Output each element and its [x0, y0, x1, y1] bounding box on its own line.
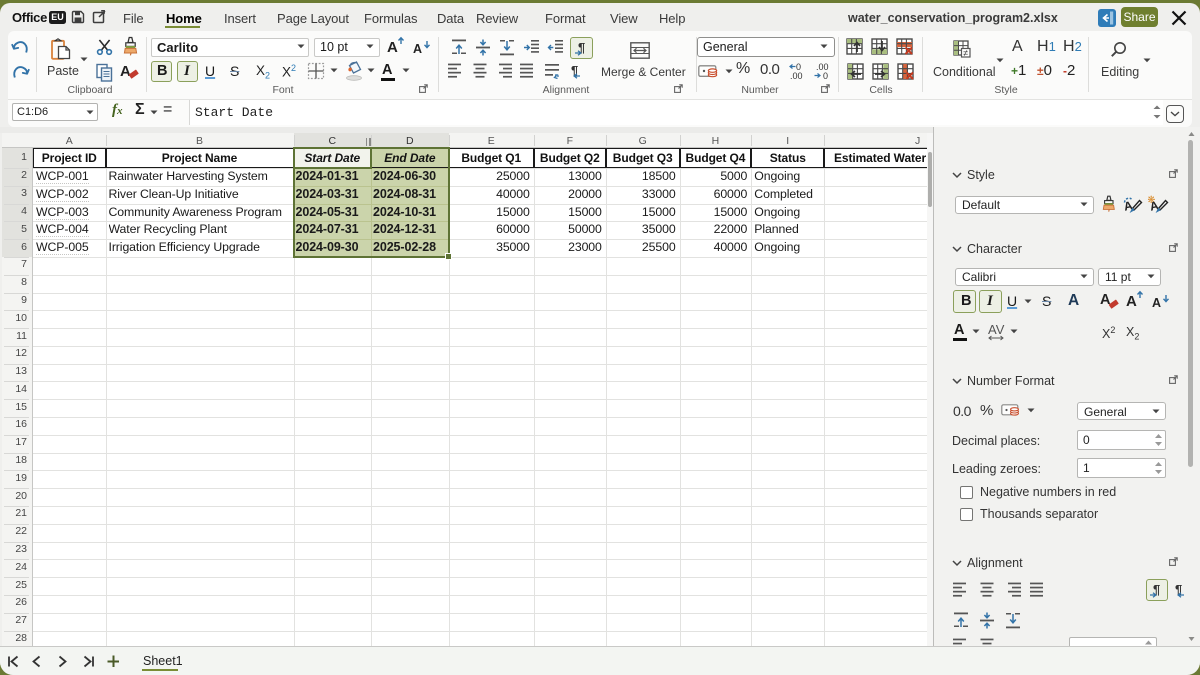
svg-text:A: A: [1126, 293, 1137, 310]
svg-text:0: 0: [823, 71, 828, 80]
svg-text:≠: ≠: [963, 48, 968, 58]
svg-text:A: A: [413, 42, 422, 56]
svg-text:A: A: [1152, 296, 1161, 310]
svg-text:.00: .00: [790, 71, 803, 80]
svg-text:A: A: [387, 39, 398, 56]
